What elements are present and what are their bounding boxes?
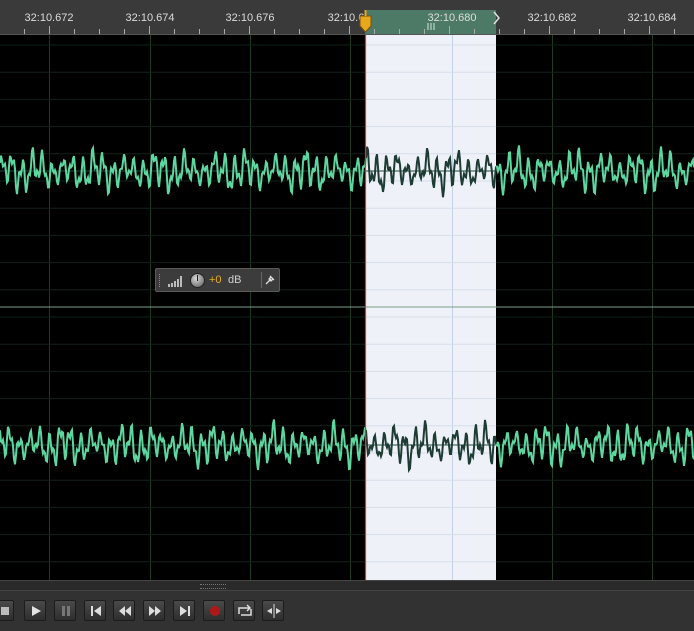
gain-hud[interactable]: +0 dB bbox=[155, 268, 280, 292]
selection-end-handle-icon[interactable] bbox=[493, 11, 500, 25]
time-ruler[interactable]: 32:10.672 32:10.674 32:10.676 32:10.6 32… bbox=[0, 0, 694, 35]
grip-icon[interactable] bbox=[159, 274, 163, 287]
selection-center-grip-icon[interactable] bbox=[427, 23, 435, 30]
skip-to-start-icon bbox=[91, 606, 101, 616]
skip-to-end-button[interactable] bbox=[173, 600, 195, 621]
record-icon bbox=[210, 606, 220, 616]
waveform-canvas[interactable] bbox=[0, 35, 694, 580]
skip-to-end-icon bbox=[180, 606, 190, 616]
loop-icon bbox=[238, 604, 252, 616]
skip-selection-icon bbox=[267, 604, 281, 618]
gain-unit: dB bbox=[228, 274, 242, 286]
fast-forward-button[interactable] bbox=[143, 600, 165, 621]
waveform-channels bbox=[0, 144, 694, 474]
gain-value[interactable]: +0 bbox=[209, 274, 222, 286]
level-meter-icon bbox=[168, 276, 182, 287]
volume-knob-icon[interactable] bbox=[190, 273, 205, 288]
play-icon bbox=[32, 606, 41, 616]
pause-icon bbox=[62, 606, 70, 616]
playhead-marker-icon[interactable] bbox=[359, 10, 372, 33]
pause-button[interactable] bbox=[54, 600, 76, 621]
rewind-icon bbox=[119, 606, 131, 616]
skip-to-start-button[interactable] bbox=[84, 600, 106, 621]
play-button[interactable] bbox=[24, 600, 46, 621]
skip-selection-button[interactable] bbox=[262, 600, 284, 621]
stop-icon bbox=[1, 607, 9, 615]
loop-button[interactable] bbox=[233, 600, 255, 621]
resize-grip-icon[interactable] bbox=[200, 584, 226, 589]
pin-icon[interactable] bbox=[261, 272, 278, 288]
waveform-editor[interactable] bbox=[0, 35, 694, 580]
rewind-button[interactable] bbox=[113, 600, 135, 621]
transport-bar bbox=[0, 591, 694, 631]
fast-forward-icon bbox=[149, 606, 161, 616]
record-button[interactable] bbox=[203, 600, 225, 621]
panel-resize-divider[interactable] bbox=[0, 580, 694, 591]
stop-button[interactable] bbox=[0, 600, 14, 621]
